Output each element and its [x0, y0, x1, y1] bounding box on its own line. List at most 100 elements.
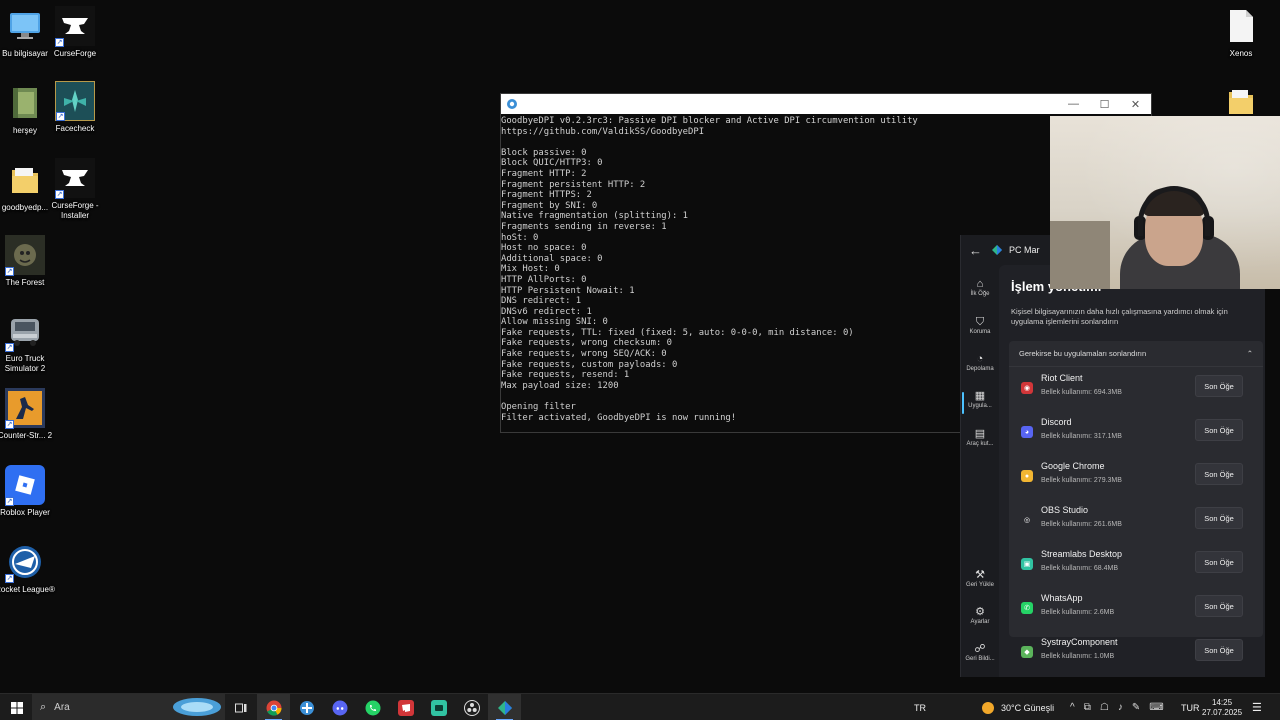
nav-item-storage[interactable]: ◔ Depolama [961, 352, 999, 372]
shortcut-arrow-icon: ↗ [56, 112, 65, 121]
desktop-icon-counter-strike-2[interactable]: ↗ Counter-Str... 2 [0, 388, 55, 441]
anvil-icon: ↗ [55, 158, 95, 199]
taskbar-obs[interactable] [455, 694, 488, 720]
weather-text: 30°C Güneşli [1001, 702, 1055, 713]
end-task-button[interactable]: Son Öğe [1195, 507, 1243, 529]
nav-item-settings[interactable]: ⚙ Ayarlar [961, 605, 999, 625]
folder-icon [5, 160, 45, 200]
wrench-icon: ⚒ [975, 569, 985, 581]
streamlabs-icon [430, 699, 447, 716]
desktop: Bu bilgisayar ↗ CurseForge herşey ↗ Face… [0, 0, 1280, 720]
maximize-button[interactable]: ☐ [1089, 94, 1120, 114]
nav-label: Geri Bildi... [965, 656, 995, 662]
pc-manager-content: İşlem yönetimi Kişisel bilgisayarınızın … [999, 265, 1265, 677]
taskbar-riot-client[interactable] [389, 694, 422, 720]
input-indicator[interactable]: TR [914, 694, 926, 720]
pie-chart-icon: ◔ [976, 353, 984, 365]
shortcut-arrow-icon: ↗ [5, 343, 14, 352]
notification-icon[interactable]: ☰ [1252, 694, 1262, 720]
minimize-button[interactable]: — [1058, 94, 1089, 114]
nav-label: Geri Yükle [966, 582, 994, 588]
nav-label: Araç kut... [966, 441, 994, 447]
desktop-icon-rocket-league[interactable]: ↗ Rocket League® [0, 542, 55, 595]
nav-item-restore[interactable]: ⚒ Geri Yükle [961, 568, 999, 588]
game-icon: ↗ [5, 235, 45, 276]
rocket-league-icon: ↗ [5, 542, 45, 583]
app-name: Streamlabs Desktop [1041, 549, 1123, 559]
end-task-button[interactable]: Son Öğe [1195, 551, 1243, 573]
taskbar: ⌕ Ara TR 30°C Güneşli ^ ⧉ ☖ ♪ ✎ ⌨ TUR 14… [0, 693, 1280, 720]
shortcut-arrow-icon: ↗ [55, 190, 64, 199]
nav-item-apps[interactable]: ▦ Uygula... [961, 389, 999, 414]
keyboard-icon[interactable]: ⌨ [1149, 702, 1163, 713]
app-memory-usage: Bellek kullanımı: 68.4MB [1041, 565, 1119, 572]
back-arrow-icon[interactable]: ← [969, 243, 991, 258]
taskbar-goodbyedpi[interactable] [290, 694, 323, 720]
end-task-button[interactable]: Son Öğe [1195, 595, 1243, 617]
app-name: Discord [1041, 417, 1072, 427]
end-task-button[interactable]: Son Öğe [1195, 375, 1243, 397]
nav-label: Depolama [966, 366, 994, 372]
taskbar-chrome[interactable] [257, 694, 290, 720]
nav-item-home[interactable]: ⌂ İlk Öğe [961, 277, 999, 297]
desktop-icon-curseforge[interactable]: ↗ CurseForge [45, 6, 105, 59]
chevron-up-icon[interactable]: ^ [1070, 702, 1075, 713]
nav-item-feedback[interactable]: ☍ Geri Bildi... [961, 642, 999, 662]
app-memory-usage: Bellek kullanımı: 694.3MB [1041, 389, 1122, 396]
taskbar-pc-manager[interactable] [488, 694, 521, 720]
keyboard-language[interactable]: TUR [1181, 694, 1200, 720]
chrome-icon [266, 700, 281, 716]
end-task-button[interactable]: Son Öğe [1195, 463, 1243, 485]
weather-widget[interactable]: 30°C Güneşli [980, 694, 1054, 720]
desktop-icon-the-forest[interactable]: ↗ The Forest [0, 235, 55, 288]
obs-icon [463, 699, 480, 716]
network-icon[interactable]: ☖ [1100, 702, 1109, 713]
taskbar-whatsapp[interactable] [356, 694, 389, 720]
task-view-button[interactable] [224, 694, 257, 720]
nav-label: Koruma [969, 329, 991, 335]
end-task-button[interactable]: Son Öğe [1195, 639, 1243, 661]
taskbar-search[interactable]: ⌕ Ara [32, 694, 225, 720]
clock[interactable]: 14:25 27.07.2025 [1202, 694, 1242, 720]
clock-date: 27.07.2025 [1202, 707, 1243, 717]
desktop-icon-curseforge-installer[interactable]: ↗ CurseForge - Installer [45, 158, 105, 221]
taskbar-discord[interactable] [323, 694, 356, 720]
volume-icon[interactable]: ♪ [1118, 702, 1123, 713]
app-icon: ◎ [1021, 514, 1033, 526]
network-tool-icon [299, 700, 314, 715]
windows-logo-icon [10, 701, 23, 714]
app-memory-usage: Bellek kullanımı: 261.6MB [1041, 521, 1122, 528]
app-row: ◕ Discord Bellek kullanımı: 317.1MB Son Öğe [1009, 411, 1263, 455]
app-name: Google Chrome [1041, 461, 1105, 471]
tray-extra-icon[interactable]: ✎ [1132, 702, 1140, 713]
start-button[interactable] [0, 694, 33, 720]
nav-item-toolbox[interactable]: ▤ Araç kut... [961, 427, 999, 447]
app-icon: ▣ [1021, 558, 1033, 570]
section-header[interactable]: Gerekirse bu uygulamaları sonlandırın ⌃ [1009, 341, 1263, 367]
pc-manager-icon [497, 700, 512, 715]
home-icon: ⌂ [976, 278, 984, 290]
desktop-icon-roblox-player[interactable]: ↗ Roblox Player [0, 465, 55, 518]
desktop-icon-euro-truck-simulator-2[interactable]: ↗ Euro Truck Simulator 2 [0, 311, 55, 374]
tray-app-icon[interactable]: ⧉ [1084, 702, 1091, 713]
app-memory-usage: Bellek kullanımı: 1.0MB [1041, 653, 1115, 660]
nav-item-protection[interactable]: ⛉ Koruma [961, 315, 999, 335]
nav-label: Ayarlar [970, 619, 990, 625]
goodbyedpi-app-icon [507, 99, 517, 109]
pc-manager-logo-icon [992, 245, 1002, 255]
app-row: ✆ WhatsApp Bellek kullanımı: 2.6MB Son Öğe [1009, 587, 1263, 631]
desktop-icon-xenos[interactable]: Xenos [1211, 6, 1271, 59]
shield-icon: ⛉ [975, 316, 985, 328]
system-tray-icons: ^ ⧉ ☖ ♪ ✎ ⌨ [1070, 694, 1164, 720]
sun-icon [982, 701, 994, 714]
clock-time: 14:25 [1212, 697, 1233, 707]
chevron-up-icon[interactable]: ⌃ [1247, 349, 1253, 358]
app-icon: ✆ [1021, 602, 1033, 614]
desktop-icon-facecheck[interactable]: ↗ Facecheck [45, 81, 105, 134]
console-titlebar[interactable]: — ☐ ✕ [501, 94, 1151, 114]
app-name: OBS Studio [1041, 505, 1089, 515]
webcam-overlay [1050, 116, 1280, 289]
end-task-button[interactable]: Son Öğe [1195, 419, 1243, 441]
taskbar-streamlabs[interactable] [422, 694, 455, 720]
close-button[interactable]: ✕ [1120, 94, 1151, 114]
